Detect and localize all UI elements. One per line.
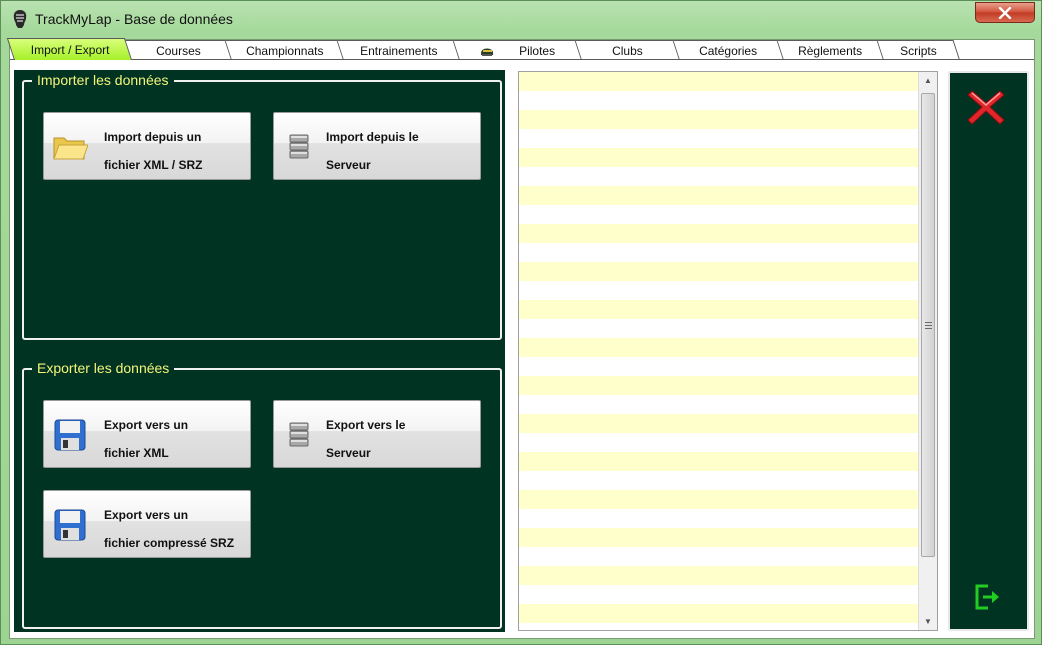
red-x-icon[interactable] bbox=[966, 87, 1006, 127]
vertical-scrollbar[interactable]: ▲ ▼ bbox=[918, 72, 937, 630]
floppy-disk-icon bbox=[54, 509, 86, 541]
tab-strip-baseline bbox=[10, 59, 1034, 60]
tab-label: Courses bbox=[156, 43, 201, 58]
button-label: Export vers le Serveur bbox=[326, 418, 406, 460]
tab-label: Import / Export bbox=[30, 42, 109, 57]
import-server-button[interactable]: Import depuis le Serveur bbox=[273, 112, 481, 180]
helmet-icon bbox=[481, 48, 494, 56]
scroll-thumb[interactable] bbox=[921, 93, 935, 557]
folder-icon bbox=[53, 137, 88, 160]
export-group: Exporter les données Export vers un fich… bbox=[22, 360, 502, 629]
exit-icon[interactable] bbox=[974, 583, 1004, 611]
export-srz-button[interactable]: Export vers un fichier compressé SRZ bbox=[43, 490, 251, 558]
database-icon bbox=[289, 134, 309, 159]
scroll-up-arrow-icon[interactable]: ▲ bbox=[919, 72, 937, 89]
tab-label: Entrainements bbox=[359, 43, 438, 58]
window-close-button[interactable] bbox=[975, 2, 1035, 23]
log-list[interactable]: ▲ ▼ bbox=[518, 71, 938, 631]
grip-icon bbox=[924, 321, 932, 329]
floppy-disk-icon bbox=[54, 419, 86, 451]
client-area: Import / Export Courses Championnats Ent… bbox=[6, 38, 1035, 639]
tab-label: Clubs bbox=[612, 43, 643, 58]
import-export-panel: Importer les données Import depuis un fi… bbox=[14, 70, 505, 632]
tab-label: Championnats bbox=[245, 43, 324, 58]
action-panel bbox=[948, 71, 1029, 631]
scroll-down-arrow-icon[interactable]: ▼ bbox=[919, 613, 937, 630]
tab-label: Scripts bbox=[900, 43, 937, 58]
close-icon bbox=[998, 6, 1012, 19]
button-label: Export vers un fichier XML bbox=[104, 418, 189, 460]
app-window: TrackMyLap - Base de données Import / Ex… bbox=[0, 0, 1042, 645]
export-group-legend: Exporter les données bbox=[32, 360, 175, 376]
tab-label: Catégories bbox=[699, 43, 758, 58]
tab-label: Règlements bbox=[798, 43, 863, 58]
window-title: TrackMyLap - Base de données bbox=[35, 11, 233, 27]
tab-content: Importer les données Import depuis un fi… bbox=[10, 62, 1034, 638]
export-xml-button[interactable]: Export vers un fichier XML bbox=[43, 400, 251, 468]
import-group-legend: Importer les données bbox=[32, 72, 174, 88]
app-logo-icon bbox=[13, 10, 27, 28]
tab-pilotes[interactable]: Pilotes bbox=[453, 40, 582, 60]
tab-entrainements[interactable]: Entrainements bbox=[337, 40, 460, 60]
tab-label: Pilotes bbox=[519, 43, 556, 58]
import-xml-srz-button[interactable]: Import depuis un fichier XML / SRZ bbox=[43, 112, 251, 180]
tab-clubs[interactable]: Clubs bbox=[575, 40, 680, 60]
import-group: Importer les données Import depuis un fi… bbox=[22, 72, 502, 340]
button-label: Import depuis le Serveur bbox=[326, 130, 419, 172]
list-rows bbox=[519, 72, 918, 630]
tab-reglements[interactable]: Règlements bbox=[777, 40, 884, 60]
tab-championnats[interactable]: Championnats bbox=[225, 40, 344, 60]
database-icon bbox=[289, 422, 309, 447]
tab-import-export[interactable]: Import / Export bbox=[6, 38, 132, 60]
export-server-button[interactable]: Export vers le Serveur bbox=[273, 400, 481, 468]
tab-courses[interactable]: Courses bbox=[125, 40, 232, 60]
button-label: Export vers un fichier compressé SRZ bbox=[104, 508, 235, 550]
button-label: Import depuis un fichier XML / SRZ bbox=[104, 130, 203, 172]
tab-scripts[interactable]: Scripts bbox=[877, 40, 960, 60]
tab-categories[interactable]: Catégories bbox=[673, 40, 784, 60]
tab-strip: Import / Export Courses Championnats Ent… bbox=[6, 38, 1034, 60]
title-bar[interactable]: TrackMyLap - Base de données bbox=[1, 1, 1041, 35]
